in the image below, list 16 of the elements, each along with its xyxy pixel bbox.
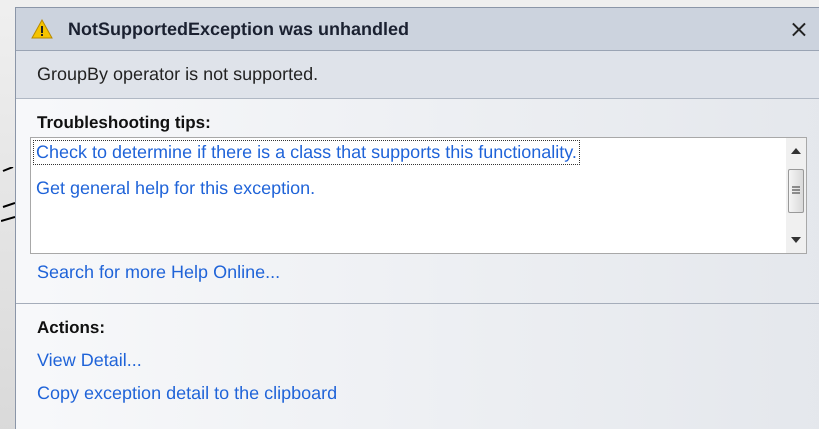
warning-icon	[31, 19, 53, 39]
section-heading: Actions:	[37, 318, 106, 338]
action-link[interactable]: Copy exception detail to the clipboard	[37, 383, 338, 404]
scroll-up-icon[interactable]	[791, 148, 801, 154]
scroll-thumb[interactable]	[788, 168, 804, 212]
dialog-title: NotSupportedException was unhandled	[68, 18, 410, 40]
help-link[interactable]: Search for more Help Online...	[37, 262, 280, 283]
close-button[interactable]: ×	[786, 17, 811, 41]
grip-icon	[792, 186, 800, 195]
exception-message: GroupBy operator is not supported.	[37, 64, 318, 85]
scroll-down-icon[interactable]	[791, 237, 801, 243]
tip-link[interactable]: Check to determine if there is a class that supports this functionality.	[33, 140, 580, 165]
scrollbar[interactable]	[786, 138, 806, 253]
section-heading: Troubleshooting tips:	[37, 113, 212, 133]
tip-link[interactable]: Get general help for this exception.	[33, 176, 318, 201]
action-link[interactable]: View Detail...	[37, 350, 142, 371]
